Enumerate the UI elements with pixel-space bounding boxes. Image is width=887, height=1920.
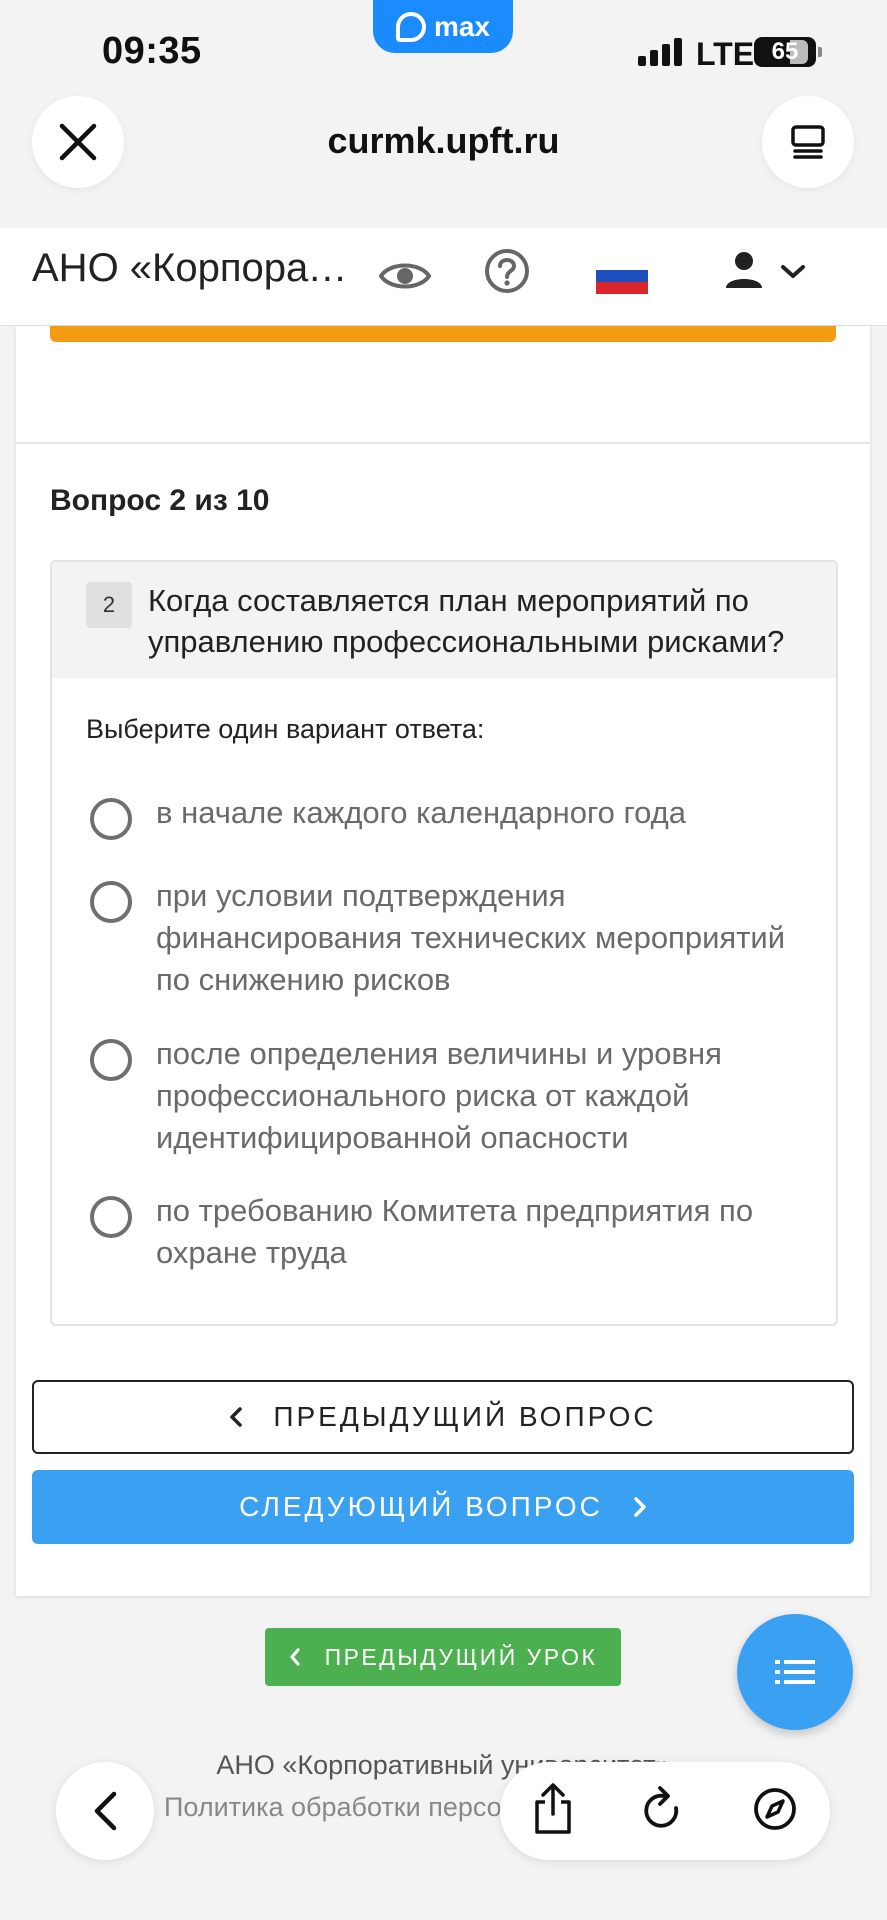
- next-question-label: СЛЕДУЮЩИЙ ВОПРОС: [239, 1491, 603, 1522]
- radio-button[interactable]: [90, 798, 132, 840]
- status-bar: 09:35 max LTE 65: [0, 0, 887, 78]
- progress-bar: [50, 326, 836, 342]
- answer-option-label[interactable]: после определения величины и уровня проф…: [156, 1033, 816, 1159]
- table-of-contents-button[interactable]: [737, 1614, 853, 1730]
- chevron-right-icon: [634, 1497, 646, 1517]
- chevron-down-icon[interactable]: [780, 264, 806, 280]
- list-icon: [775, 1660, 815, 1684]
- question-number-badge: 2: [86, 582, 132, 628]
- network-type: LTE: [696, 36, 755, 72]
- reload-icon[interactable]: [640, 1786, 684, 1834]
- site-title[interactable]: АНО «Корпоративный университет»: [32, 246, 362, 291]
- tabs-icon: [791, 125, 825, 159]
- question-header: 2 Когда составляется план мероприятий по…: [52, 562, 836, 678]
- quiz-card: Вопрос 2 из 10 2 Когда составляется план…: [16, 326, 870, 1596]
- battery-level: 65: [771, 38, 799, 65]
- compass-icon[interactable]: [752, 1786, 798, 1832]
- russian-flag-icon[interactable]: [596, 258, 648, 294]
- battery-icon: 65: [754, 37, 822, 67]
- max-app-badge[interactable]: max: [373, 0, 513, 53]
- previous-lesson-label: ПРЕДЫДУЩИЙ УРОК: [324, 1643, 598, 1670]
- back-button[interactable]: [56, 1762, 154, 1860]
- help-icon[interactable]: [484, 248, 530, 294]
- max-logo-icon: [395, 11, 426, 42]
- answer-option-label[interactable]: в начале каждого календарного года: [156, 792, 816, 834]
- section-divider: [16, 442, 870, 444]
- previous-question-label: ПРЕДЫДУЩИЙ ВОПРОС: [273, 1401, 657, 1432]
- radio-button[interactable]: [90, 881, 132, 923]
- eye-icon[interactable]: [378, 258, 432, 294]
- tabs-button[interactable]: [762, 96, 854, 188]
- answer-instruction: Выберите один вариант ответа:: [86, 714, 485, 744]
- back-icon: [94, 1791, 117, 1831]
- browser-header: curmk.upft.ru: [0, 78, 887, 228]
- question-box: 2 Когда составляется план мероприятий по…: [50, 560, 838, 1326]
- answer-option-label[interactable]: по требованию Комитета предприятия по ох…: [156, 1190, 816, 1274]
- chevron-left-icon: [230, 1407, 243, 1427]
- radio-button[interactable]: [90, 1039, 132, 1081]
- question-text: Когда составляется план мероприятий по у…: [148, 583, 785, 659]
- status-time: 09:35: [102, 30, 202, 72]
- chevron-left-icon: [289, 1648, 300, 1666]
- question-counter: Вопрос 2 из 10: [50, 484, 270, 517]
- radio-button[interactable]: [90, 1196, 132, 1238]
- url-bar[interactable]: curmk.upft.ru: [0, 120, 887, 162]
- answer-option-label[interactable]: при условии подтверждения финансирования…: [156, 875, 816, 1001]
- browser-toolbar: [500, 1762, 830, 1860]
- next-question-button[interactable]: СЛЕДУЮЩИЙ ВОПРОС: [32, 1470, 854, 1544]
- previous-lesson-button[interactable]: ПРЕДЫДУЩИЙ УРОК: [265, 1628, 621, 1686]
- max-app-label: max: [433, 10, 491, 42]
- user-icon[interactable]: [724, 250, 764, 290]
- site-header: АНО «Корпоративный университет»: [0, 228, 887, 326]
- previous-question-button[interactable]: ПРЕДЫДУЩИЙ ВОПРОС: [32, 1380, 854, 1454]
- signal-icon: [638, 36, 686, 66]
- share-icon[interactable]: [532, 1782, 574, 1836]
